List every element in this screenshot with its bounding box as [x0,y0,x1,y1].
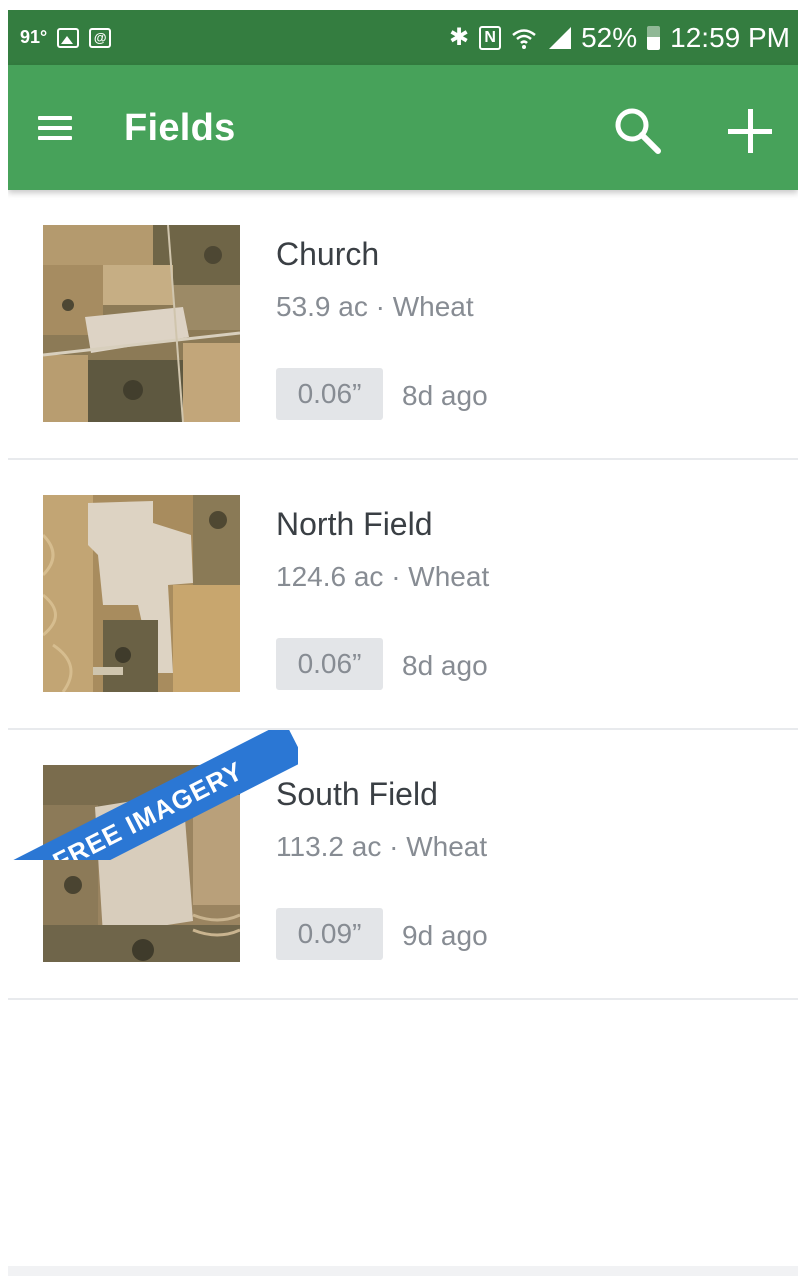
signal-icon [547,26,572,49]
status-bar-left: 91° @ [20,10,112,65]
hamburger-menu-icon[interactable] [30,103,80,153]
status-bar-right: ✱ N 52% 12:59 PM [449,10,790,65]
field-thumbnail-north-field[interactable] [43,495,240,692]
field-thumbnail-church[interactable] [43,225,240,422]
field-item-south-field[interactable]: South Field 113.2 ac · Wheat 0.09” 9d ag… [8,730,798,1000]
field-thumbnail-south-field[interactable] [43,765,240,962]
bottom-edge [8,1266,798,1276]
app-bar: Fields [8,65,798,190]
plus-icon[interactable] [720,101,780,161]
updated-time: 9d ago [402,920,488,951]
bluetooth-icon: ✱ [448,23,470,51]
field-meta: 124.6 ac · Wheat [276,561,490,592]
field-item-church[interactable]: Church 53.9 ac · Wheat 0.06” 8d ago [8,190,798,460]
field-meta: 113.2 ac · Wheat [276,831,488,862]
field-name: South Field [276,776,438,812]
battery-icon [647,25,661,50]
field-list: Church 53.9 ac · Wheat 0.06” 8d ago Nort… [8,190,798,1000]
search-icon[interactable] [608,101,668,161]
field-name: Church [276,236,380,272]
at-sign-icon: @ [89,27,112,48]
updated-time: 8d ago [402,380,488,411]
gallery-icon [57,27,80,48]
nfc-icon: N [479,25,502,50]
clock: 12:59 PM [670,21,790,53]
wifi-icon [512,28,536,49]
page-title: Fields [124,107,236,149]
updated-time: 8d ago [402,650,488,681]
status-bar: 91° @ ✱ N 52% 12:59 PM [8,10,798,65]
rainfall-badge: 0.06” [276,368,383,420]
field-meta: 53.9 ac · Wheat [276,291,474,322]
field-item-north-field[interactable]: North Field 124.6 ac · Wheat 0.06” 8d ag… [8,460,798,730]
rainfall-badge: 0.09” [276,908,383,960]
rainfall-badge: 0.06” [276,638,383,690]
field-name: North Field [276,506,433,542]
temperature-readout: 91° [20,27,48,47]
phone-screen: 91° @ ✱ N 52% 12:59 PM Fields Church 53.… [8,10,798,1276]
battery-percent: 52% [581,21,638,53]
